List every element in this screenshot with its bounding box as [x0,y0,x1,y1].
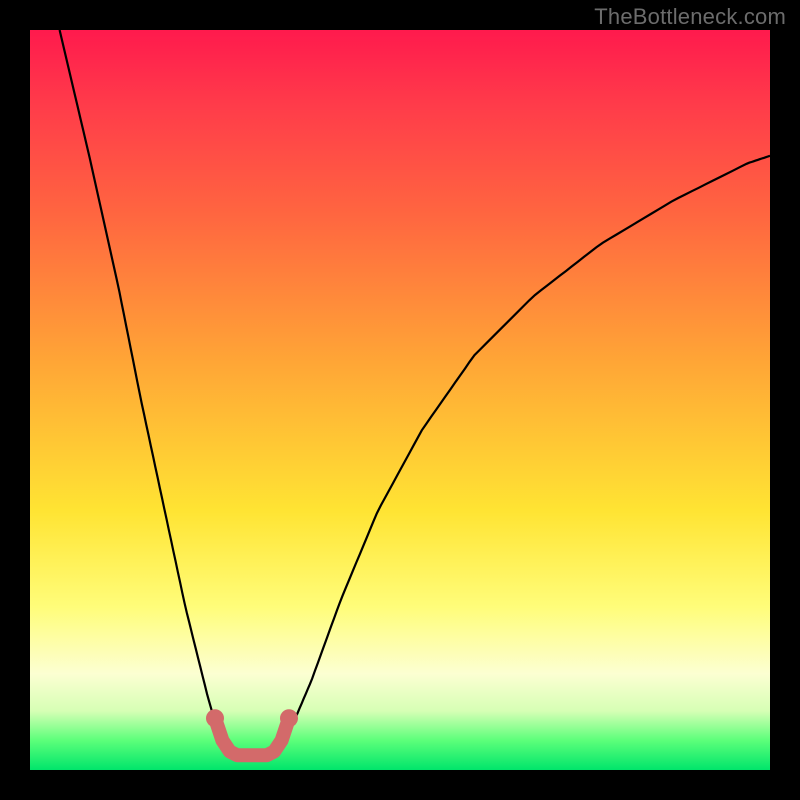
left-curve [60,30,230,755]
watermark-text: TheBottleneck.com [594,4,786,30]
chart-plot-area [30,30,770,770]
valley-marker [215,718,289,755]
valley-endpoint-left [206,709,224,727]
valley-endpoint-right [280,709,298,727]
chart-svg [30,30,770,770]
right-curve [274,156,770,755]
